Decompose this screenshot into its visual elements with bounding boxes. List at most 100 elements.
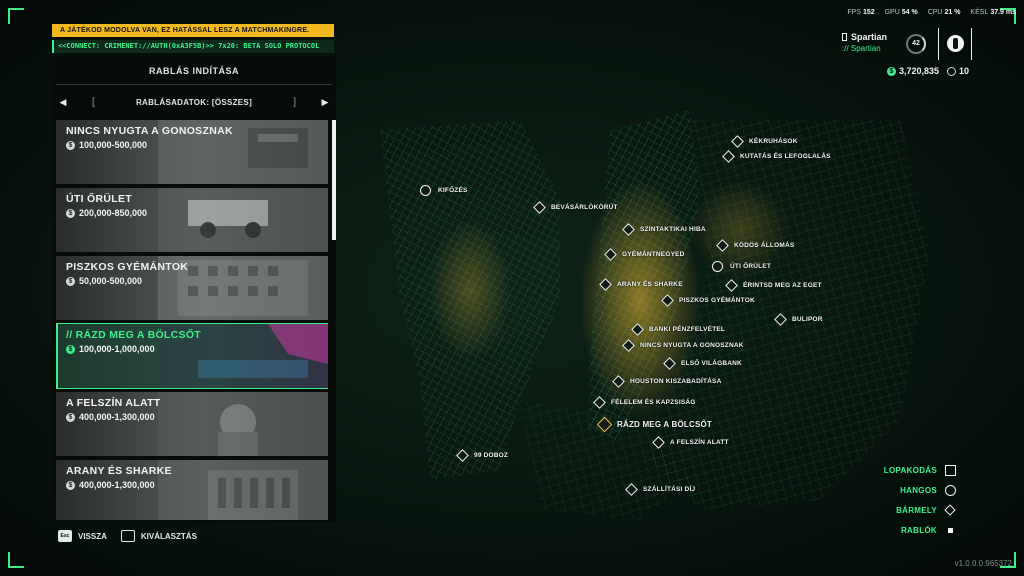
map-marker-a-felszin-alatt[interactable]: A FELSZÍN ALATT [652, 436, 729, 449]
heist-name: NINCS NYUGTA A GONOSZNAK [66, 125, 233, 137]
any-mode-diamond-icon [731, 135, 744, 148]
heist-card-gold-and-sharke[interactable]: ARANY ÉS SHARKE $400,000-1,300,000 [56, 460, 328, 520]
profile-emblem-icon[interactable] [938, 28, 972, 60]
player-profile[interactable]: Spartian :// Spartian [842, 32, 887, 53]
heist-name: ARANY ÉS SHARKE [66, 465, 172, 477]
map-marker-nincs-nyugta[interactable]: NINCS NYUGTA A GONOSZNAK [622, 339, 744, 352]
any-mode-diamond-icon [593, 396, 606, 409]
map-marker-kodos-allomas[interactable]: KÖDÖS ÁLLOMÁS [716, 239, 794, 252]
performance-overlay: FPS 152 GPU 54 % CPU 21 % KÉSL 37.9 ms [839, 9, 1016, 16]
heist-card-rock-the-cradle[interactable]: // RÁZD MEG A BÖLCSŐT $100,000-1,000,000 [56, 323, 328, 389]
map-marker-szintaktikai-hiba[interactable]: SZINTAKTIKAI HIBA [622, 223, 706, 236]
map-marker-banki-penzfelvetel[interactable]: BANKI PÉNZFELVÉTEL [631, 323, 725, 336]
heist-name: // RÁZD MEG A BÖLCSŐT [66, 329, 202, 341]
map-marker-szallitasi-dij[interactable]: SZÁLLÍTÁSI DÍJ [625, 483, 695, 496]
phone-icon [842, 33, 847, 41]
heist-price-value: 100,000-500,000 [79, 140, 148, 150]
bottom-controls: Esc VISSZA KIVÁLASZTÁS [58, 530, 197, 542]
map-marker-houston[interactable]: HOUSTON KISZABADÍTÁSA [612, 375, 721, 388]
heist-list-scrollbar[interactable] [332, 120, 336, 240]
heist-price: $400,000-1,300,000 [66, 412, 155, 422]
frame-corner-top-left [8, 8, 24, 24]
any-mode-diamond-icon [652, 436, 665, 449]
loud-circle-icon [420, 185, 431, 196]
heist-thumbnail [158, 188, 328, 252]
map-marker-kutatas[interactable]: KUTATÁS ÉS LEFOGLALÁS [722, 150, 831, 163]
currency-display: $3,720,835 10 [887, 66, 969, 76]
any-mode-diamond-icon [661, 294, 674, 307]
player-name: Spartian [842, 32, 887, 42]
heist-list: NINCS NYUGTA A GONOSZNAK $100,000-500,00… [56, 120, 328, 520]
heist-thumbnail [158, 460, 328, 520]
any-mode-diamond-icon [631, 323, 644, 336]
any-mode-diamond-icon [599, 278, 612, 291]
any-mode-diamond-icon [625, 483, 638, 496]
token-icon [947, 66, 957, 76]
select-label: KIVÁLASZTÁS [140, 531, 197, 541]
any-mode-diamond-icon [774, 313, 787, 326]
filter-label[interactable]: RABLÁSADATOK: [ÖSSZES] [95, 98, 293, 107]
map-marker-kekruhasok[interactable]: KÉKRUHÁSOK [731, 135, 798, 148]
heist-card-under-the-surphaze[interactable]: A FELSZÍN ALATT $400,000-1,300,000 [56, 392, 328, 456]
heister-dot-icon [947, 527, 953, 533]
token-balance: 10 [947, 66, 969, 76]
heist-card-road-rage[interactable]: ÚTI ŐRÜLET $200,000-850,000 [56, 188, 328, 252]
connect-banner: <<CONNECT: CRIMENET://AUTH(0xA3F5B)>> 7x… [52, 40, 334, 53]
version-label: v1.0.0.0.965372 [954, 559, 1012, 568]
cash-icon: $ [66, 208, 75, 218]
gpu-readout: GPU 54 % [884, 9, 918, 16]
cash-icon: $ [66, 480, 75, 490]
any-mode-diamond-icon [533, 201, 546, 214]
heist-price-value: 100,000-1,000,000 [79, 344, 155, 354]
any-mode-diamond-icon [722, 150, 735, 163]
cash-icon: $ [66, 276, 75, 286]
map-marker-kifozes[interactable]: KIFŐZÉS [420, 185, 468, 196]
back-button[interactable]: Esc VISSZA [58, 530, 107, 542]
heist-launch-panel: RABLÁS INDÍTÁSA ◀ [ RABLÁSADATOK: [ÖSSZE… [52, 56, 336, 522]
map-marker-piszkos-gyemantok[interactable]: PISZKOS GYÉMÁNTOK [661, 294, 755, 307]
heist-price-value: 400,000-1,300,000 [79, 480, 155, 490]
any-diamond-icon [944, 504, 956, 516]
player-level-badge: 42 [906, 34, 926, 54]
mouse-click-icon [120, 530, 135, 542]
legend-heisters[interactable]: RABLÓK [836, 520, 956, 540]
heist-filter: ◀ [ RABLÁSADATOK: [ÖSSZES] ] ▶ [56, 94, 332, 110]
map-marker-gyemantnegyed[interactable]: GYÉMÁNTNEGYED [604, 248, 685, 261]
map-marker-razd-meg-a-bolcsot[interactable]: RÁZD MEG A BÖLCSŐT [596, 416, 712, 433]
mod-warning-banner: A JÁTÉKOD MODOLVA VAN, EZ HATÁSSAL LESZ … [52, 24, 334, 37]
crew-name: :// Spartian [842, 44, 881, 53]
cash-icon: $ [887, 66, 896, 76]
map-marker-elso-vilagbank[interactable]: ELSŐ VILÁGBANK [663, 357, 742, 370]
heist-price-value: 400,000-1,300,000 [79, 412, 155, 422]
any-mode-diamond-icon [612, 375, 625, 388]
map-marker-bevasarlokorut[interactable]: BEVÁSÁRLÓKÖRÚT [533, 201, 618, 214]
loud-circle-icon [944, 484, 956, 496]
heist-name: PISZKOS GYÉMÁNTOK [66, 261, 189, 273]
heist-name: ÚTI ŐRÜLET [66, 193, 132, 205]
map-marker-bulipor[interactable]: BULIPOR [774, 313, 823, 326]
legend-loud[interactable]: HANGOS [836, 480, 956, 500]
map-marker-uti-orulet[interactable]: ÚTI ŐRÜLET [712, 261, 771, 272]
esc-key-icon: Esc [58, 530, 72, 542]
map-marker-felelem-es-kapzsisag[interactable]: FÉLELEM ÉS KAPZSISÁG [593, 396, 696, 409]
map-marker-erintsd-meg[interactable]: ÉRINTSD MEG AZ EGET [725, 279, 822, 292]
any-mode-diamond-icon [716, 239, 729, 252]
latency-readout: KÉSL 37.9 ms [970, 9, 1016, 16]
heist-thumbnail [158, 392, 328, 456]
filter-next-arrow-icon[interactable]: ▶ [318, 97, 332, 108]
frame-corner-bottom-left [8, 552, 24, 568]
legend-any[interactable]: BÁRMELY [836, 500, 956, 520]
heist-price: $400,000-1,300,000 [66, 480, 155, 490]
heist-price-value: 50,000-500,000 [79, 276, 143, 286]
legend-stealth[interactable]: LOPAKODÁS [836, 460, 956, 480]
select-button[interactable]: KIVÁLASZTÁS [120, 530, 197, 542]
map-marker-99-doboz[interactable]: 99 DOBOZ [456, 449, 508, 462]
panel-title: RABLÁS INDÍTÁSA [149, 66, 239, 76]
filter-prev-arrow-icon[interactable]: ◀ [56, 97, 70, 108]
heist-price-value: 200,000-850,000 [79, 208, 148, 218]
back-label: VISSZA [78, 531, 107, 541]
heist-card-dirty-ice[interactable]: PISZKOS GYÉMÁNTOK $50,000-500,000 [56, 256, 328, 320]
map-marker-arany-es-sharke[interactable]: ARANY ÉS SHARKE [599, 278, 683, 291]
heist-price: $100,000-1,000,000 [66, 344, 155, 354]
heist-card-no-rest-for-the-wicked[interactable]: NINCS NYUGTA A GONOSZNAK $100,000-500,00… [56, 120, 328, 184]
